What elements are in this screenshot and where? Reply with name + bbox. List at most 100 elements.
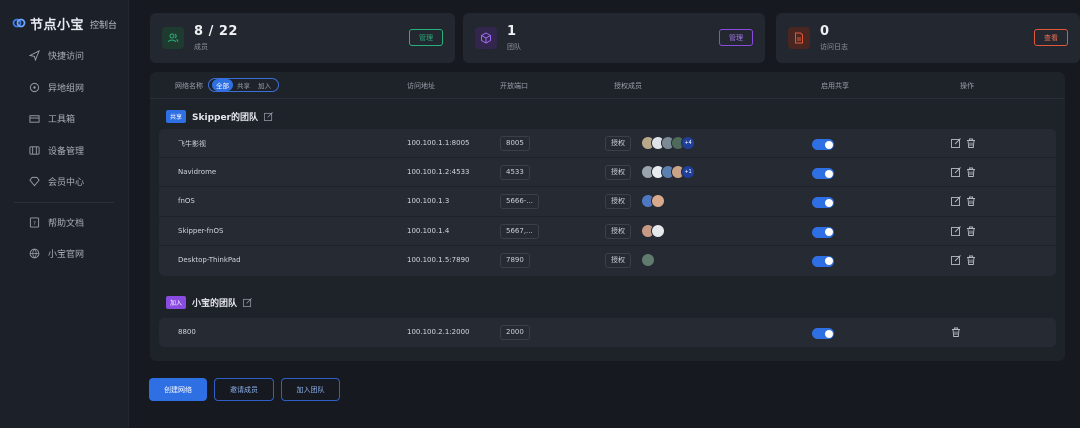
table-row[interactable]: 飞牛影视 100.100.1.1:8005 8005 授权 +4 [159,129,1056,159]
port-badge: 4533 [500,165,530,181]
table-row[interactable]: Skipper-fnOS 100.100.1.4 5667,... 授权 [159,217,1056,246]
filter-all[interactable]: 全部 [212,79,233,91]
brand[interactable]: 节点小宝 控制台 [0,0,128,34]
share-toggle[interactable] [812,197,834,209]
table-row[interactable]: 8800 100.100.2.1:2000 2000 [159,318,1056,347]
shared-tag: 共享 [166,110,187,123]
filter-joined[interactable]: 加入 [254,79,275,91]
device-icon [28,144,40,156]
member-avatars[interactable] [641,194,665,209]
authorize-button[interactable]: 授权 [605,223,631,239]
network-address[interactable]: 100.100.1.1:8005 [407,139,469,147]
trash-icon[interactable] [966,255,976,265]
avatar [651,194,665,209]
sidebar-item-label: 帮助文档 [48,218,85,229]
toolbox-icon [28,113,40,125]
joined-tag: 加入 [166,296,187,309]
trash-icon[interactable] [966,138,976,148]
sidebar-item-toolbox[interactable]: 工具箱 [0,103,128,135]
sidebar-item-membership[interactable]: 会员中心 [0,166,128,198]
edit-icon[interactable] [951,196,961,207]
network-name: Desktop-ThinkPad [178,255,241,264]
group-header-joined: 加入 小宝的团队 [166,296,252,309]
row-actions [951,196,976,207]
network-address[interactable]: 100.100.2.1:2000 [407,328,469,336]
port-badge: 5667,... [500,223,539,239]
edit-icon[interactable] [951,138,961,148]
header-share: 启用共享 [821,82,849,90]
sidebar-item-website[interactable]: 小宝官网 [0,238,128,270]
trash-icon[interactable] [966,226,976,236]
table-row[interactable]: Navidrome 100.100.1.2:4533 4533 授权 +1 [159,158,1056,188]
port-badge: 8005 [500,136,530,151]
authorize-button[interactable]: 授权 [605,136,631,151]
share-toggle[interactable] [812,255,834,267]
brand-subtitle: 控制台 [90,20,118,31]
share-toggle[interactable] [812,226,834,238]
row-actions [951,254,976,265]
sidebar-item-label: 快捷访问 [48,52,85,63]
network-address[interactable]: 100.100.1.4 [407,227,449,235]
manage-members-button[interactable]: 管理 [409,29,443,46]
header-ops: 操作 [960,82,974,90]
row-actions [951,138,976,148]
network-name: 8800 [178,328,196,336]
network-address[interactable]: 100.100.1.5:7890 [407,256,469,264]
trash-icon[interactable] [966,167,976,178]
help-doc-icon: ? [28,216,40,228]
header-port: 开放端口 [500,82,528,90]
member-avatars[interactable] [641,252,655,267]
network-address[interactable]: 100.100.1.2:4533 [407,168,469,176]
header-name: 网络名称 [175,82,203,90]
filter-shared[interactable]: 共享 [233,79,254,91]
teams-card: 1 团队 管理 [463,13,765,63]
port-badge: 7890 [500,252,530,268]
main-content: 8 / 22 成员 管理 1 团队 管理 0 访问日志 查看 网络名称 全部 共… [129,0,1080,428]
brand-name: 节点小宝 [30,17,85,33]
logo-icon [12,18,26,28]
join-team-button[interactable]: 加入团队 [281,378,340,401]
member-avatars[interactable]: +4 [641,136,695,150]
edit-icon[interactable] [264,112,273,121]
diamond-icon [28,176,40,188]
create-network-button[interactable]: 创建网络 [149,378,207,401]
row-actions [951,167,976,178]
trash-icon[interactable] [966,196,976,207]
sidebar-item-devices[interactable]: 设备管理 [0,135,128,167]
table-header: 网络名称 全部 共享 加入 访问地址 开放端口 授权成员 启用共享 操作 [150,72,1065,99]
sidebar-item-quick-access[interactable]: 快捷访问 [0,40,128,72]
invite-members-button[interactable]: 邀请成员 [214,378,274,401]
manage-teams-button[interactable]: 管理 [719,29,753,46]
members-count: 8 / 22 [194,24,238,39]
edit-icon[interactable] [951,225,961,236]
group-name: Skipper的团队 [192,113,258,123]
sidebar: 节点小宝 控制台 快捷访问 异地组网 工具箱 设备管理 会员中心 ? 帮助文档 [0,0,129,428]
logs-count: 0 [820,24,830,39]
authorize-button[interactable]: 授权 [605,165,631,181]
sidebar-divider [14,201,114,203]
sidebar-item-help[interactable]: ? 帮助文档 [0,207,128,239]
teams-label: 团队 [507,43,521,51]
network-filter: 全部 共享 加入 [208,78,279,92]
share-toggle[interactable] [812,168,834,180]
view-logs-button[interactable]: 查看 [1034,29,1068,46]
table-row[interactable]: Desktop-ThinkPad 100.100.1.5:7890 7890 授… [159,246,1056,275]
member-avatars[interactable]: +1 [641,165,695,180]
header-members: 授权成员 [614,82,642,90]
sidebar-item-remote-network[interactable]: 异地组网 [0,72,128,104]
authorize-button[interactable]: 授权 [605,194,631,210]
share-toggle[interactable] [812,328,834,339]
edit-icon[interactable] [951,254,961,265]
logs-card: 0 访问日志 查看 [776,13,1080,63]
network-address[interactable]: 100.100.1.3 [407,197,449,205]
member-avatars[interactable] [641,223,665,238]
share-toggle[interactable] [812,139,834,150]
trash-icon[interactable] [951,327,961,337]
edit-icon[interactable] [951,167,961,178]
send-icon [28,50,40,62]
edit-icon[interactable] [243,298,252,307]
sidebar-item-label: 小宝官网 [48,250,85,261]
table-row[interactable]: fnOS 100.100.1.3 5666-... 授权 [159,187,1056,217]
users-icon [162,27,184,49]
authorize-button[interactable]: 授权 [605,252,631,268]
